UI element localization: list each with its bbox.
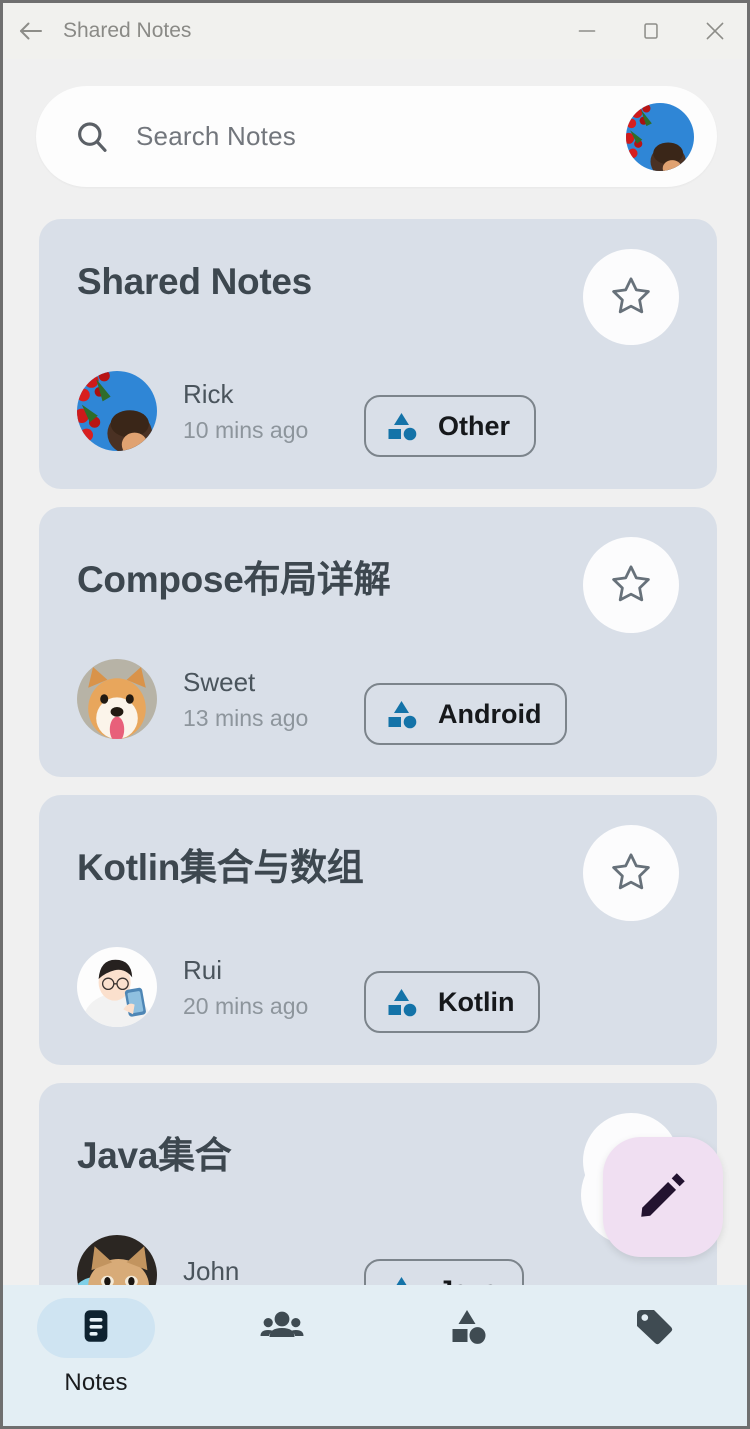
- avatar: [77, 371, 157, 451]
- note-author-block: Sweet 13 mins ago: [183, 666, 308, 733]
- note-timestamp: 20 mins ago: [183, 993, 309, 1020]
- category-label: Android: [438, 698, 542, 729]
- nav-item-tags[interactable]: [561, 1285, 747, 1426]
- notes-icon: [75, 1305, 117, 1352]
- search-bar[interactable]: Search Notes: [36, 86, 717, 187]
- favorite-button[interactable]: [583, 537, 679, 633]
- note-card[interactable]: Shared Notes Rick 10 mins ago Other: [39, 219, 717, 489]
- window-titlebar: Shared Notes: [3, 3, 747, 59]
- profile-avatar[interactable]: [626, 102, 694, 171]
- edit-pencil-icon: [634, 1166, 692, 1229]
- search-input[interactable]: Search Notes: [136, 121, 296, 152]
- note-meta: Rick 10 mins ago: [77, 371, 308, 451]
- category-chip[interactable]: Kotlin: [364, 971, 541, 1033]
- favorite-button[interactable]: [583, 249, 679, 345]
- people-icon: [258, 1302, 306, 1355]
- category-chip[interactable]: Android: [364, 683, 568, 745]
- star-outline-icon: [609, 273, 653, 322]
- note-card[interactable]: Compose布局详解 Sweet 13 mins ago Android: [39, 507, 717, 777]
- nav-item-categories[interactable]: [375, 1285, 561, 1426]
- note-author-block: Rui 20 mins ago: [183, 954, 308, 1021]
- nav-item-people[interactable]: [189, 1285, 375, 1426]
- close-icon: [701, 17, 729, 45]
- note-timestamp: 10 mins ago: [183, 417, 309, 444]
- note-author: Rick: [183, 378, 234, 409]
- avatar-sweet-image: [77, 659, 157, 739]
- avatar-rick-image: [77, 371, 157, 451]
- note-meta: Rui 20 mins ago: [77, 947, 308, 1027]
- maximize-button[interactable]: [619, 3, 683, 59]
- shapes-icon: [444, 1302, 492, 1355]
- note-author: John: [183, 1256, 240, 1287]
- avatar-rui-image: [77, 947, 157, 1027]
- tag-icon: [630, 1302, 678, 1355]
- nav-item-notes[interactable]: Notes: [3, 1285, 189, 1426]
- close-button[interactable]: [683, 3, 747, 59]
- minimize-icon: [574, 18, 600, 44]
- note-title: Kotlin集合与数组: [77, 847, 364, 888]
- note-title: Shared Notes: [77, 261, 312, 302]
- avatar-rick-image: [626, 102, 694, 171]
- nav-pill-tags: [595, 1298, 713, 1358]
- category-chip[interactable]: Other: [364, 395, 537, 457]
- star-outline-icon: [609, 561, 653, 610]
- arrow-left-icon: [16, 16, 46, 46]
- maximize-icon: [638, 18, 664, 44]
- star-outline-icon: [609, 849, 653, 898]
- category-label: Kotlin: [438, 986, 515, 1017]
- avatar: [77, 947, 157, 1027]
- favorite-button[interactable]: [583, 825, 679, 921]
- avatar: [77, 659, 157, 739]
- search-icon: [73, 118, 111, 156]
- window-title: Shared Notes: [63, 19, 192, 42]
- shapes-icon: [384, 696, 420, 732]
- note-card[interactable]: Kotlin集合与数组 Rui 20 mins ago Kotlin: [39, 795, 717, 1065]
- nav-label-notes: Notes: [64, 1369, 128, 1396]
- bottom-navigation: Notes: [3, 1285, 747, 1426]
- create-note-fab[interactable]: [603, 1137, 723, 1257]
- main-content: Search Notes Shared Notes Rick 10 mins a…: [3, 59, 747, 1426]
- app-window: Shared Notes Search Notes Shared Notes R…: [0, 0, 750, 1429]
- shapes-icon: [384, 408, 420, 444]
- note-title: Java集合: [77, 1135, 232, 1176]
- nav-active-indicator: [37, 1298, 155, 1358]
- back-button[interactable]: [3, 3, 59, 59]
- note-author: Rui: [183, 954, 223, 985]
- shapes-icon: [384, 984, 420, 1020]
- nav-pill-categories: [409, 1298, 527, 1358]
- note-title: Compose布局详解: [77, 559, 391, 600]
- note-timestamp: 13 mins ago: [183, 705, 309, 732]
- note-author: Sweet: [183, 666, 256, 697]
- nav-pill-people: [223, 1298, 341, 1358]
- category-label: Other: [438, 410, 511, 441]
- minimize-button[interactable]: [555, 3, 619, 59]
- note-author-block: Rick 10 mins ago: [183, 378, 308, 445]
- note-meta: Sweet 13 mins ago: [77, 659, 308, 739]
